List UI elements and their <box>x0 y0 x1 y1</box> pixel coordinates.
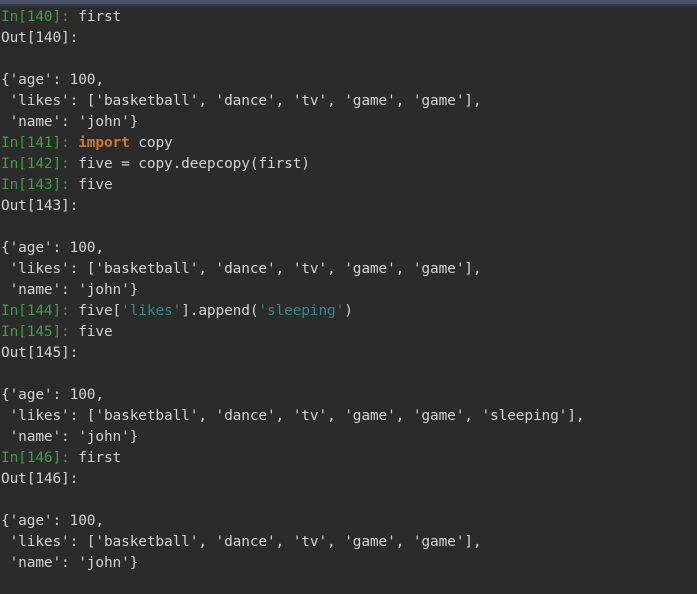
code-text: first <box>69 9 122 25</box>
output-prompt: Out[140]: <box>1 30 79 46</box>
console-output-line: 'likes': ['basketball', 'dance', 'tv', '… <box>1 532 697 553</box>
output-prompt-line: Out[143]: <box>1 196 697 217</box>
output-prompt: Out[145]: <box>1 345 79 361</box>
console-output-line: {'age': 100, <box>1 385 697 406</box>
console-input-line: In[144]: five['likes'].append('sleeping'… <box>1 301 697 322</box>
code-text: five <box>69 177 113 193</box>
output-text: {'age': 100, <box>1 387 104 403</box>
output-text: 'likes': ['basketball', 'dance', 'tv', '… <box>1 261 482 277</box>
code-text: five <box>69 324 113 340</box>
console-output-line: {'age': 100, <box>1 70 697 91</box>
input-prompt: In[146]: <box>1 450 70 466</box>
code-text: first <box>69 450 122 466</box>
output-prompt-line: Out[145]: <box>1 343 697 364</box>
output-text: 'likes': ['basketball', 'dance', 'tv', '… <box>1 534 482 550</box>
console-output-line: {'age': 100, <box>1 238 697 259</box>
console-input-line: In[142]: five = copy.deepcopy(first) <box>1 154 697 175</box>
output-text: {'age': 100, <box>1 513 104 529</box>
output-text: 'name': 'john'} <box>1 282 139 298</box>
input-prompt: In[144]: <box>1 303 70 319</box>
console-input-line: In[146]: first <box>1 448 697 469</box>
console-input-line: In[143]: five <box>1 175 697 196</box>
output-prompt: Out[143]: <box>1 198 79 214</box>
output-prompt-line: Out[146]: <box>1 469 697 490</box>
input-prompt: In[145]: <box>1 324 70 340</box>
console-output-line: 'name': 'john'} <box>1 427 697 448</box>
input-prompt: In[141]: <box>1 135 70 151</box>
code-text: five[ <box>69 303 122 319</box>
output-text: 'name': 'john'} <box>1 429 139 445</box>
code-text: five = copy.deepcopy(first) <box>69 156 310 172</box>
console-input-line: In[140]: first <box>1 7 697 28</box>
console-output-line: 'likes': ['basketball', 'dance', 'tv', '… <box>1 91 697 112</box>
console-output-line: {'age': 100, <box>1 511 697 532</box>
output-text: 'likes': ['basketball', 'dance', 'tv', '… <box>1 408 585 424</box>
input-prompt: In[142]: <box>1 156 70 172</box>
console-output-line: 'likes': ['basketball', 'dance', 'tv', '… <box>1 259 697 280</box>
output-text: 'name': 'john'} <box>1 555 139 571</box>
output-text: 'name': 'john'} <box>1 114 139 130</box>
console-output-line: 'name': 'john'} <box>1 112 697 133</box>
input-prompt: In[140]: <box>1 9 70 25</box>
output-prompt: Out[146]: <box>1 471 79 487</box>
code-text: ].append( <box>181 303 259 319</box>
console-output-line: 'name': 'john'} <box>1 553 697 574</box>
output-text: 'likes': ['basketball', 'dance', 'tv', '… <box>1 93 482 109</box>
code-text: ) <box>344 303 353 319</box>
output-prompt-line: Out[140]: <box>1 28 697 49</box>
console-output-line: 'name': 'john'} <box>1 280 697 301</box>
code-string-literal: 'sleeping' <box>258 303 345 319</box>
output-text: {'age': 100, <box>1 240 104 256</box>
code-text: copy <box>129 135 173 151</box>
code-string-literal: 'likes' <box>121 303 182 319</box>
console-input-line: In[141]: import copy <box>1 133 697 154</box>
output-text: {'age': 100, <box>1 72 104 88</box>
console-output-line: 'likes': ['basketball', 'dance', 'tv', '… <box>1 406 697 427</box>
console-input-line: In[145]: five <box>1 322 697 343</box>
ipython-console-output[interactable]: In[140]: first Out[140]: {'age': 100, 'li… <box>0 7 697 594</box>
input-prompt: In[143]: <box>1 177 70 193</box>
code-keyword: import <box>69 135 130 151</box>
